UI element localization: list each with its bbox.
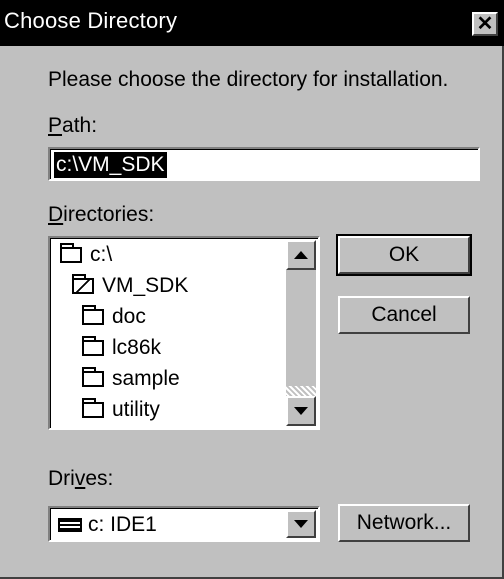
scroll-down-button[interactable]: [286, 396, 316, 426]
directory-item-label: utility: [112, 398, 160, 421]
directory-item-label: doc: [112, 305, 146, 328]
drives-label: Drives:: [48, 467, 113, 491]
arrow-up-icon: [294, 251, 308, 259]
close-button[interactable]: ✕: [472, 12, 498, 36]
open-folder-icon: [72, 274, 94, 294]
directory-list[interactable]: c:\ VM_SDK doc lc86k sample utility: [48, 236, 320, 430]
folder-icon: [82, 398, 104, 418]
drives-label-post: es:: [85, 467, 114, 490]
directory-scrollbar[interactable]: [286, 240, 316, 426]
close-icon: ✕: [476, 13, 494, 35]
directories-label-accelerator: D: [48, 203, 64, 226]
directory-item-lc86k[interactable]: lc86k: [82, 333, 161, 363]
ok-button[interactable]: OK: [336, 234, 472, 276]
choose-directory-dialog: Choose Directory ✕ Please choose the dir…: [0, 0, 504, 579]
folder-icon: [82, 305, 104, 325]
scroll-thumb[interactable]: [286, 270, 316, 386]
directory-item-doc[interactable]: doc: [82, 302, 146, 332]
path-label: Path:: [48, 114, 97, 138]
directory-item-utility[interactable]: utility: [82, 395, 160, 425]
directory-item-sample[interactable]: sample: [82, 364, 180, 394]
chevron-down-icon: [294, 520, 308, 528]
open-folder-icon: [60, 243, 82, 263]
drives-label-pre: Dri: [48, 467, 75, 490]
path-input-value: c:\VM_SDK: [54, 152, 167, 178]
directory-item-label: lc86k: [112, 336, 162, 359]
path-label-rest: ath:: [62, 114, 98, 137]
arrow-down-icon: [294, 407, 308, 415]
directory-item-root[interactable]: c:\: [60, 240, 112, 270]
drives-dropdown-button[interactable]: [286, 510, 316, 538]
instruction-text: Please choose the directory for installa…: [48, 68, 449, 91]
path-input[interactable]: c:\VM_SDK: [48, 147, 480, 181]
window-title: Choose Directory: [4, 8, 178, 33]
title-bar[interactable]: Choose Directory ✕: [0, 0, 504, 46]
directory-item-vm-sdk[interactable]: VM_SDK: [72, 271, 188, 301]
directory-item-label: c:\: [90, 243, 113, 266]
directories-label-rest: irectories:: [63, 203, 155, 226]
drives-label-accelerator: v: [74, 467, 86, 490]
drive-icon: [58, 518, 82, 532]
scroll-up-button[interactable]: [286, 240, 316, 270]
drives-selected-value: c: IDE1: [88, 513, 157, 536]
folder-icon: [82, 336, 104, 356]
path-label-accelerator: P: [48, 114, 63, 137]
directory-items: c:\ VM_SDK doc lc86k sample utility: [54, 240, 286, 426]
folder-icon: [82, 367, 104, 387]
cancel-button[interactable]: Cancel: [338, 296, 470, 334]
drives-dropdown[interactable]: c: IDE1: [48, 506, 320, 542]
directories-label: Directories:: [48, 203, 154, 227]
directory-item-label: VM_SDK: [102, 274, 189, 297]
directory-item-label: sample: [112, 367, 180, 390]
network-button[interactable]: Network...: [338, 504, 470, 542]
